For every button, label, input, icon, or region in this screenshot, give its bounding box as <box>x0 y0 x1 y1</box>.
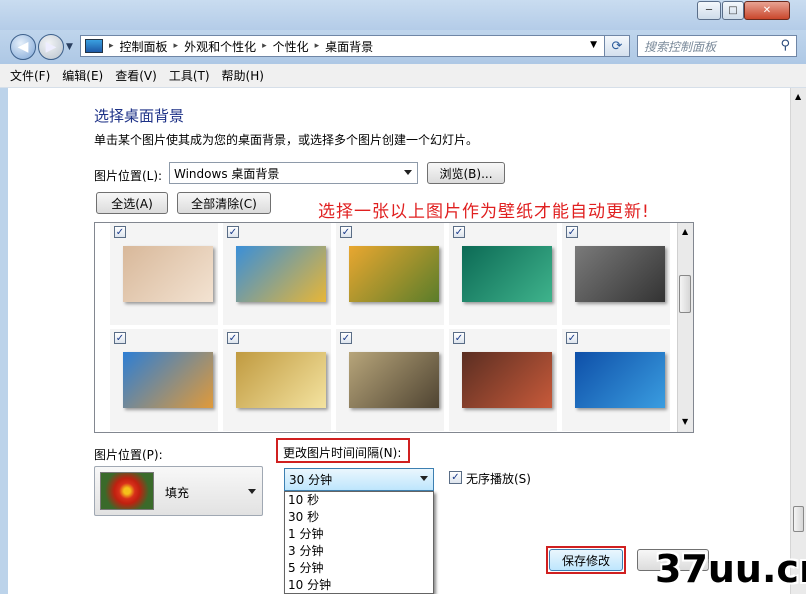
wallpaper-thumbnail-red-hair-girl[interactable]: ✓ <box>449 329 557 431</box>
thumbnail-checkbox[interactable]: ✓ <box>566 226 578 238</box>
breadcrumb-personalization[interactable]: 个性化 <box>269 38 313 55</box>
thumbnail-checkbox[interactable]: ✓ <box>227 226 239 238</box>
chevron-right-icon[interactable]: ▸ <box>107 41 116 51</box>
wallpaper-thumbnail-book-tree[interactable]: ✓ <box>223 223 331 325</box>
wallpaper-thumbnail-bird-pole[interactable]: ✓ <box>336 329 444 431</box>
recent-pages-icon[interactable]: ▼ <box>66 42 73 52</box>
wallpaper-image[interactable] <box>123 352 213 408</box>
chevron-right-icon[interactable]: ▸ <box>313 41 322 51</box>
wallpaper-image[interactable] <box>462 246 552 302</box>
back-button[interactable]: ◀ <box>10 34 36 60</box>
interval-option[interactable]: 10 秒 <box>285 492 433 509</box>
wallpaper-thumbnail-kitten[interactable]: ✓ <box>110 223 218 325</box>
search-icon[interactable]: ⚲ <box>780 38 790 53</box>
chevron-down-icon[interactable]: ▼ <box>590 40 597 50</box>
thumbnail-checkbox[interactable]: ✓ <box>453 332 465 344</box>
scroll-down-icon[interactable]: ▼ <box>682 417 688 426</box>
close-button[interactable]: ✕ <box>744 1 790 20</box>
wallpaper-thumbnail-sea-anemone[interactable]: ✓ <box>449 223 557 325</box>
wallpaper-image[interactable] <box>575 246 665 302</box>
interval-option[interactable]: 5 分钟 <box>285 560 433 577</box>
thumbnail-grid: ✓ ✓ ✓ ✓ ✓ ✓ ✓ ✓ ✓ ✓ <box>94 222 694 433</box>
maximize-button[interactable]: □ <box>722 1 744 20</box>
interval-value: 30 分钟 <box>289 473 333 487</box>
wallpaper-image[interactable] <box>575 352 665 408</box>
search-input[interactable]: 搜索控制面板 ⚲ <box>637 35 797 57</box>
thumbnail-checkbox[interactable]: ✓ <box>340 332 352 344</box>
page-scrollbar[interactable]: ▲ <box>790 88 806 594</box>
wallpaper-thumbnail-sketch-car[interactable]: ✓ <box>562 223 670 325</box>
page-scroll-thumb[interactable] <box>793 506 804 532</box>
interval-option[interactable]: 30 秒 <box>285 509 433 526</box>
wallpaper-thumbnail-windows7-logo[interactable]: ✓ <box>562 329 670 431</box>
picture-position-label: 图片位置(P): <box>94 448 163 462</box>
control-panel-icon <box>85 39 103 53</box>
watermark: 37uu.cn <box>655 547 806 591</box>
picture-position-value: 填充 <box>165 486 190 500</box>
picture-location-value: Windows 桌面背景 <box>174 166 280 181</box>
save-button[interactable]: 保存修改 <box>549 549 623 571</box>
wallpaper-image[interactable] <box>462 352 552 408</box>
forward-arrow-icon: ▶ <box>45 39 57 55</box>
breadcrumb-control-panel[interactable]: 控制面板 <box>116 38 172 55</box>
breadcrumb-desktop-background[interactable]: 桌面背景 <box>321 38 377 55</box>
interval-option[interactable]: 10 分钟 <box>285 577 433 593</box>
chevron-down-icon <box>248 489 256 494</box>
thumbnail-checkbox[interactable]: ✓ <box>340 226 352 238</box>
chevron-right-icon[interactable]: ▸ <box>260 41 269 51</box>
scroll-up-icon[interactable]: ▲ <box>795 92 801 101</box>
annotation-text: 选择一张以上图片作为壁纸才能自动更新! <box>318 202 650 222</box>
chevron-down-icon <box>404 170 412 175</box>
picture-position-select[interactable]: 填充 <box>94 466 263 516</box>
wallpaper-thumbnail-sea-rocks[interactable]: ✓ <box>110 329 218 431</box>
interval-label: 更改图片时间间隔(N): <box>283 446 402 460</box>
wallpaper-thumbnail-golden-wheat[interactable]: ✓ <box>223 329 331 431</box>
scroll-up-icon[interactable]: ▲ <box>682 227 688 236</box>
chevron-right-icon[interactable]: ▸ <box>172 41 181 51</box>
wallpaper-image[interactable] <box>236 352 326 408</box>
address-bar[interactable]: ▸ 控制面板 ▸ 外观和个性化 ▸ 个性化 ▸ 桌面背景 ▼ <box>80 35 628 57</box>
menu-file[interactable]: 文件(F) <box>10 67 50 84</box>
search-placeholder: 搜索控制面板 <box>644 39 717 54</box>
chevron-down-icon <box>420 476 428 481</box>
grid-scroll-thumb[interactable] <box>679 275 691 313</box>
menu-bar: 文件(F) 编辑(E) 查看(V) 工具(T) 帮助(H) <box>0 64 806 88</box>
wallpaper-image[interactable] <box>236 246 326 302</box>
clear-all-button[interactable]: 全部清除(C) <box>177 192 271 214</box>
wallpaper-thumbnail-sunset-field[interactable]: ✓ <box>336 223 444 325</box>
wallpaper-image[interactable] <box>349 352 439 408</box>
thumbnail-checkbox[interactable]: ✓ <box>227 332 239 344</box>
thumbnail-checkbox[interactable]: ✓ <box>114 332 126 344</box>
picture-location-label: 图片位置(L): <box>94 169 163 183</box>
forward-button[interactable]: ▶ <box>38 34 64 60</box>
shuffle-label: 无序播放(S) <box>466 472 531 486</box>
wallpaper-image[interactable] <box>123 246 213 302</box>
interval-dropdown-list: 10 秒 30 秒 1 分钟 3 分钟 5 分钟 10 分钟 <box>284 491 434 594</box>
back-arrow-icon: ◀ <box>17 39 29 55</box>
menu-edit[interactable]: 编辑(E) <box>62 67 103 84</box>
page-title: 选择桌面背景 <box>94 107 185 125</box>
breadcrumb-appearance[interactable]: 外观和个性化 <box>180 38 260 55</box>
minimize-button[interactable]: ─ <box>697 1 721 20</box>
menu-help[interactable]: 帮助(H) <box>222 67 264 84</box>
select-all-button[interactable]: 全选(A) <box>96 192 168 214</box>
grid-scrollbar[interactable]: ▲ ▼ <box>677 223 693 432</box>
refresh-button[interactable]: ⟳ <box>604 35 630 57</box>
position-preview-image <box>100 472 154 510</box>
interval-option[interactable]: 3 分钟 <box>285 543 433 560</box>
interval-select[interactable]: 30 分钟 <box>284 468 434 491</box>
browse-button[interactable]: 浏览(B)... <box>427 162 505 184</box>
menu-tools[interactable]: 工具(T) <box>169 67 210 84</box>
shuffle-checkbox[interactable]: ✓ <box>449 471 462 484</box>
menu-view[interactable]: 查看(V) <box>115 67 157 84</box>
wallpaper-image[interactable] <box>349 246 439 302</box>
interval-option[interactable]: 1 分钟 <box>285 526 433 543</box>
thumbnail-checkbox[interactable]: ✓ <box>114 226 126 238</box>
thumbnail-checkbox[interactable]: ✓ <box>453 226 465 238</box>
page-description: 单击某个图片使其成为您的桌面背景，或选择多个图片创建一个幻灯片。 <box>94 133 479 147</box>
picture-location-select[interactable]: Windows 桌面背景 <box>169 162 418 184</box>
refresh-icon: ⟳ <box>611 38 623 54</box>
title-bar <box>0 0 806 30</box>
thumbnail-checkbox[interactable]: ✓ <box>566 332 578 344</box>
